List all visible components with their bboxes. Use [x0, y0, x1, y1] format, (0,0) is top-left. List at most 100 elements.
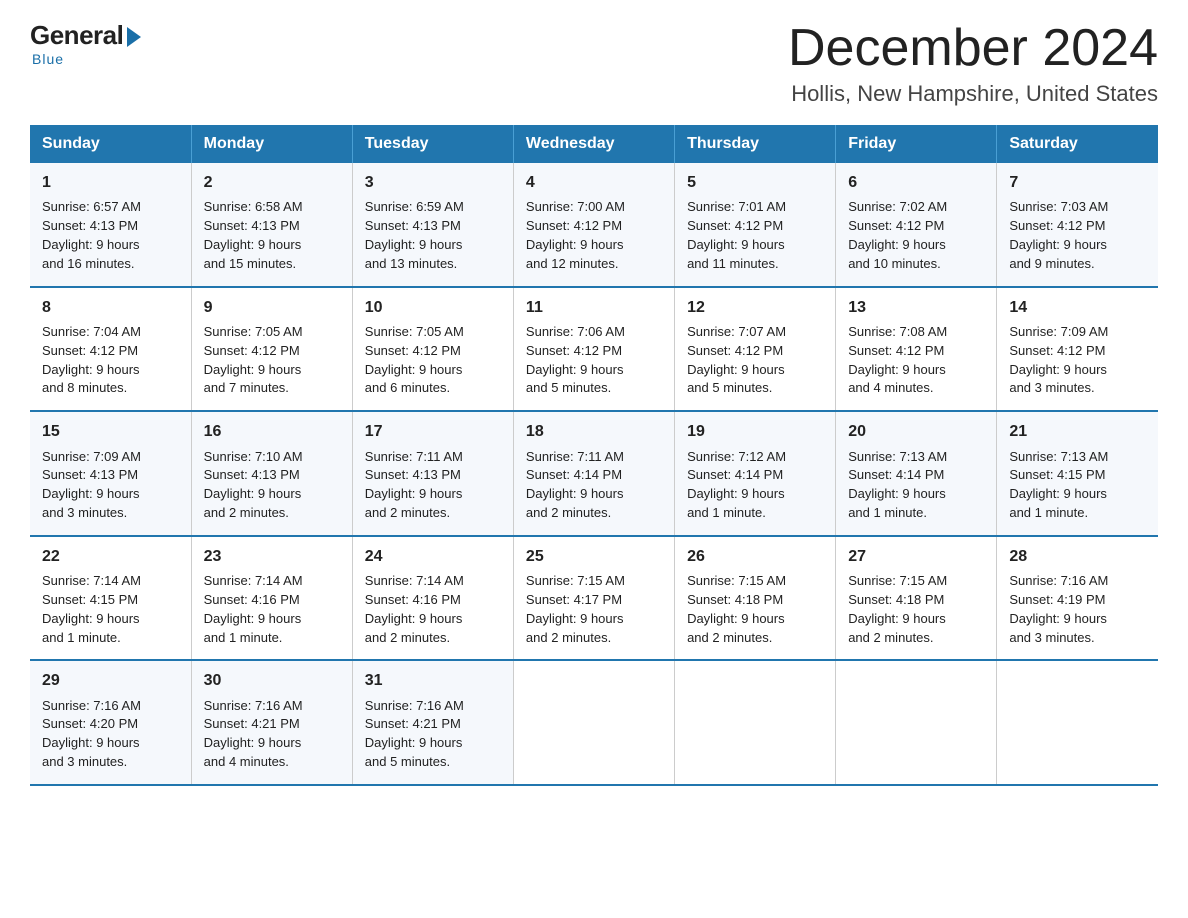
- day-number: 16: [204, 420, 340, 443]
- day-number: 27: [848, 545, 984, 568]
- day-info: Sunrise: 7:15 AMSunset: 4:18 PMDaylight:…: [848, 572, 984, 647]
- day-info: Sunrise: 7:15 AMSunset: 4:18 PMDaylight:…: [687, 572, 823, 647]
- day-info: Sunrise: 7:08 AMSunset: 4:12 PMDaylight:…: [848, 323, 984, 398]
- day-info: Sunrise: 7:16 AMSunset: 4:21 PMDaylight:…: [365, 697, 501, 772]
- day-info: Sunrise: 7:09 AMSunset: 4:12 PMDaylight:…: [1009, 323, 1146, 398]
- day-number: 10: [365, 296, 501, 319]
- logo-general-text: General: [30, 20, 123, 51]
- calendar-cell: [836, 660, 997, 785]
- day-info: Sunrise: 7:05 AMSunset: 4:12 PMDaylight:…: [204, 323, 340, 398]
- day-info: Sunrise: 6:58 AMSunset: 4:13 PMDaylight:…: [204, 198, 340, 273]
- col-thursday: Thursday: [675, 125, 836, 163]
- day-number: 15: [42, 420, 179, 443]
- calendar-week-row: 1Sunrise: 6:57 AMSunset: 4:13 PMDaylight…: [30, 163, 1158, 287]
- calendar-cell: 19 Sunrise: 7:12 AMSunset: 4:14 PMDayligh…: [675, 411, 836, 536]
- calendar-cell: 14 Sunrise: 7:09 AMSunset: 4:12 PMDayligh…: [997, 287, 1158, 412]
- calendar-cell: [997, 660, 1158, 785]
- header-row: Sunday Monday Tuesday Wednesday Thursday…: [30, 125, 1158, 163]
- calendar-week-row: 29 Sunrise: 7:16 AMSunset: 4:20 PMDayligh…: [30, 660, 1158, 785]
- day-number: 14: [1009, 296, 1146, 319]
- day-number: 11: [526, 296, 662, 319]
- day-info: Sunrise: 7:16 AMSunset: 4:20 PMDaylight:…: [42, 697, 179, 772]
- day-info: Sunrise: 7:03 AMSunset: 4:12 PMDaylight:…: [1009, 198, 1146, 273]
- logo-arrow-icon: [127, 27, 141, 47]
- day-number: 2: [204, 171, 340, 194]
- calendar-cell: 9Sunrise: 7:05 AMSunset: 4:12 PMDaylight…: [191, 287, 352, 412]
- day-info: Sunrise: 7:15 AMSunset: 4:17 PMDaylight:…: [526, 572, 662, 647]
- calendar-cell: 23Sunrise: 7:14 AMSunset: 4:16 PMDayligh…: [191, 536, 352, 661]
- calendar-cell: 4Sunrise: 7:00 AMSunset: 4:12 PMDaylight…: [513, 163, 674, 287]
- day-info: Sunrise: 7:16 AMSunset: 4:19 PMDaylight:…: [1009, 572, 1146, 647]
- day-number: 19: [687, 420, 823, 443]
- day-info: Sunrise: 7:13 AMSunset: 4:14 PMDaylight:…: [848, 448, 984, 523]
- day-number: 3: [365, 171, 501, 194]
- day-number: 13: [848, 296, 984, 319]
- calendar-cell: 31 Sunrise: 7:16 AMSunset: 4:21 PMDayligh…: [352, 660, 513, 785]
- col-sunday: Sunday: [30, 125, 191, 163]
- day-info: Sunrise: 7:02 AMSunset: 4:12 PMDaylight:…: [848, 198, 984, 273]
- logo: General Blue: [30, 20, 141, 67]
- calendar-cell: 28 Sunrise: 7:16 AMSunset: 4:19 PMDayligh…: [997, 536, 1158, 661]
- calendar-cell: 27 Sunrise: 7:15 AMSunset: 4:18 PMDayligh…: [836, 536, 997, 661]
- day-number: 30: [204, 669, 340, 692]
- col-monday: Monday: [191, 125, 352, 163]
- calendar-table: Sunday Monday Tuesday Wednesday Thursday…: [30, 125, 1158, 786]
- day-number: 17: [365, 420, 501, 443]
- page-header: General Blue December 2024 Hollis, New H…: [30, 20, 1158, 107]
- col-saturday: Saturday: [997, 125, 1158, 163]
- calendar-cell: 18Sunrise: 7:11 AMSunset: 4:14 PMDayligh…: [513, 411, 674, 536]
- day-number: 24: [365, 545, 501, 568]
- day-number: 29: [42, 669, 179, 692]
- day-info: Sunrise: 7:11 AMSunset: 4:13 PMDaylight:…: [365, 448, 501, 523]
- day-number: 31: [365, 669, 501, 692]
- calendar-cell: 17 Sunrise: 7:11 AMSunset: 4:13 PMDayligh…: [352, 411, 513, 536]
- day-info: Sunrise: 7:07 AMSunset: 4:12 PMDaylight:…: [687, 323, 823, 398]
- col-tuesday: Tuesday: [352, 125, 513, 163]
- calendar-cell: 24Sunrise: 7:14 AMSunset: 4:16 PMDayligh…: [352, 536, 513, 661]
- calendar-cell: 11 Sunrise: 7:06 AMSunset: 4:12 PMDayligh…: [513, 287, 674, 412]
- day-number: 21: [1009, 420, 1146, 443]
- day-info: Sunrise: 6:59 AMSunset: 4:13 PMDaylight:…: [365, 198, 501, 273]
- day-number: 22: [42, 545, 179, 568]
- day-info: Sunrise: 7:01 AMSunset: 4:12 PMDaylight:…: [687, 198, 823, 273]
- calendar-cell: 16 Sunrise: 7:10 AMSunset: 4:13 PMDayligh…: [191, 411, 352, 536]
- calendar-cell: 25Sunrise: 7:15 AMSunset: 4:17 PMDayligh…: [513, 536, 674, 661]
- calendar-cell: 29 Sunrise: 7:16 AMSunset: 4:20 PMDayligh…: [30, 660, 191, 785]
- day-info: Sunrise: 7:04 AMSunset: 4:12 PMDaylight:…: [42, 323, 179, 398]
- day-number: 7: [1009, 171, 1146, 194]
- day-info: Sunrise: 7:11 AMSunset: 4:14 PMDaylight:…: [526, 448, 662, 523]
- logo-blue-text: Blue: [32, 51, 64, 67]
- month-title: December 2024: [788, 20, 1158, 77]
- calendar-week-row: 22 Sunrise: 7:14 AMSunset: 4:15 PMDayligh…: [30, 536, 1158, 661]
- calendar-body: 1Sunrise: 6:57 AMSunset: 4:13 PMDaylight…: [30, 163, 1158, 785]
- day-number: 4: [526, 171, 662, 194]
- calendar-cell: 30 Sunrise: 7:16 AMSunset: 4:21 PMDayligh…: [191, 660, 352, 785]
- day-info: Sunrise: 7:16 AMSunset: 4:21 PMDaylight:…: [204, 697, 340, 772]
- calendar-cell: 12 Sunrise: 7:07 AMSunset: 4:12 PMDayligh…: [675, 287, 836, 412]
- day-number: 12: [687, 296, 823, 319]
- day-info: Sunrise: 7:12 AMSunset: 4:14 PMDaylight:…: [687, 448, 823, 523]
- day-number: 5: [687, 171, 823, 194]
- col-wednesday: Wednesday: [513, 125, 674, 163]
- calendar-cell: 5 Sunrise: 7:01 AMSunset: 4:12 PMDaylight…: [675, 163, 836, 287]
- calendar-header: Sunday Monday Tuesday Wednesday Thursday…: [30, 125, 1158, 163]
- day-info: Sunrise: 7:14 AMSunset: 4:16 PMDaylight:…: [204, 572, 340, 647]
- location-subtitle: Hollis, New Hampshire, United States: [788, 81, 1158, 107]
- calendar-cell: 22 Sunrise: 7:14 AMSunset: 4:15 PMDayligh…: [30, 536, 191, 661]
- calendar-cell: 20 Sunrise: 7:13 AMSunset: 4:14 PMDayligh…: [836, 411, 997, 536]
- calendar-cell: 2 Sunrise: 6:58 AMSunset: 4:13 PMDaylight…: [191, 163, 352, 287]
- calendar-cell: 3 Sunrise: 6:59 AMSunset: 4:13 PMDaylight…: [352, 163, 513, 287]
- calendar-cell: 6 Sunrise: 7:02 AMSunset: 4:12 PMDaylight…: [836, 163, 997, 287]
- day-info: Sunrise: 7:14 AMSunset: 4:15 PMDaylight:…: [42, 572, 179, 647]
- day-number: 20: [848, 420, 984, 443]
- day-number: 1: [42, 171, 179, 194]
- day-info: Sunrise: 7:06 AMSunset: 4:12 PMDaylight:…: [526, 323, 662, 398]
- calendar-cell: [513, 660, 674, 785]
- calendar-cell: 7 Sunrise: 7:03 AMSunset: 4:12 PMDaylight…: [997, 163, 1158, 287]
- day-number: 28: [1009, 545, 1146, 568]
- calendar-cell: 1Sunrise: 6:57 AMSunset: 4:13 PMDaylight…: [30, 163, 191, 287]
- day-info: Sunrise: 7:10 AMSunset: 4:13 PMDaylight:…: [204, 448, 340, 523]
- calendar-cell: [675, 660, 836, 785]
- calendar-cell: 8Sunrise: 7:04 AMSunset: 4:12 PMDaylight…: [30, 287, 191, 412]
- day-number: 6: [848, 171, 984, 194]
